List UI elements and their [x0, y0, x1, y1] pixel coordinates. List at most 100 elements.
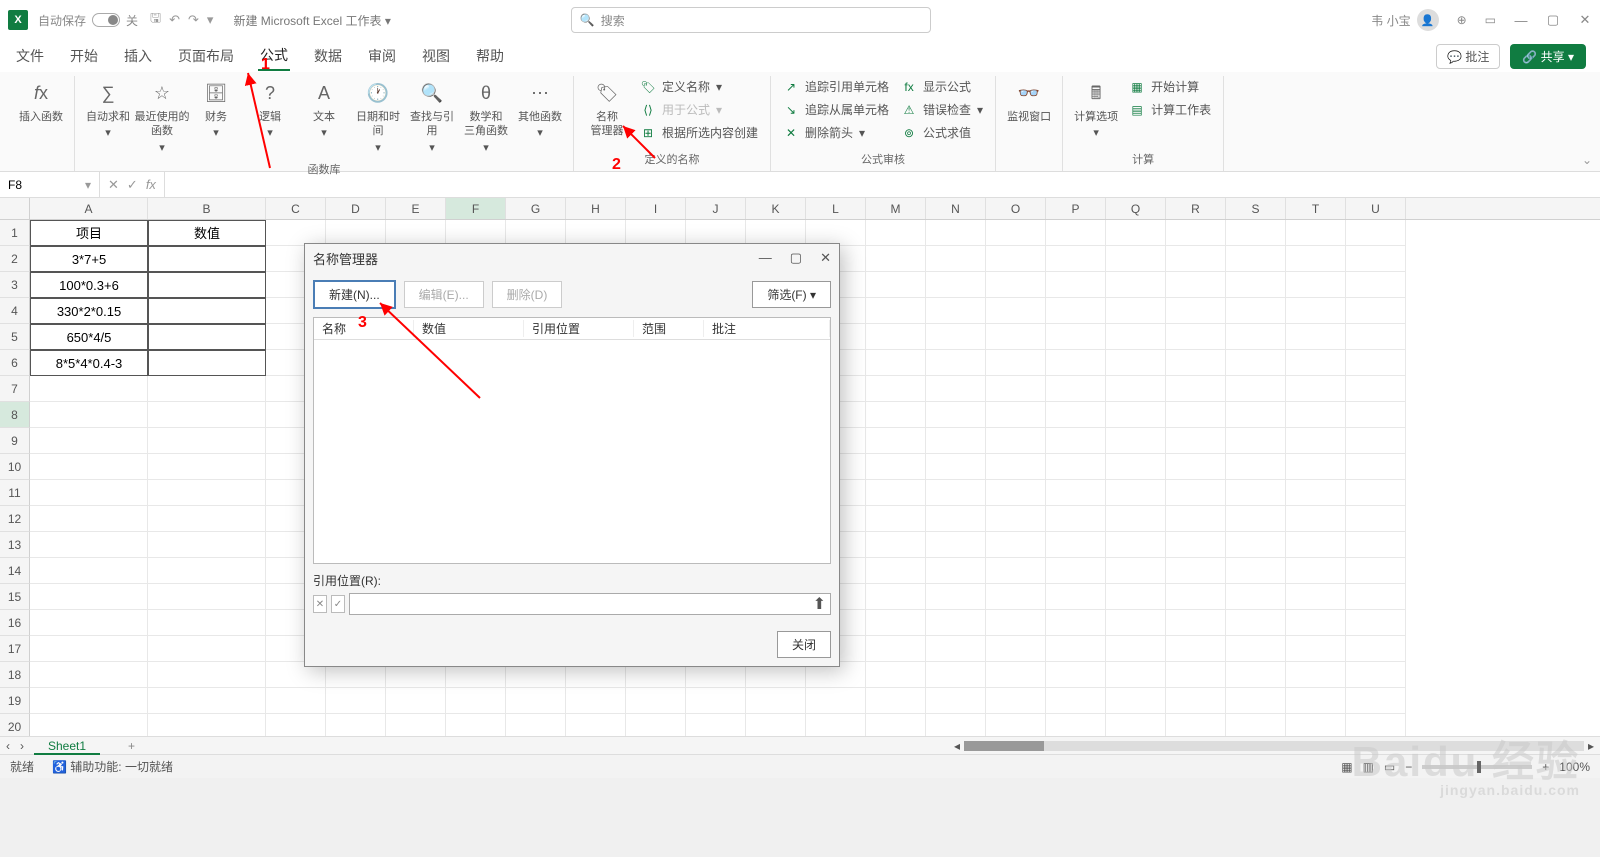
cell[interactable] [986, 402, 1046, 428]
cell[interactable] [1346, 454, 1406, 480]
cell[interactable] [148, 558, 266, 584]
tab-view[interactable]: 视图 [420, 42, 452, 70]
cell[interactable] [1166, 298, 1226, 324]
cell[interactable] [866, 506, 926, 532]
ref-cancel-icon[interactable]: ✕ [313, 595, 327, 613]
cell[interactable] [1286, 220, 1346, 246]
cell[interactable] [148, 636, 266, 662]
cell[interactable] [30, 558, 148, 584]
lookup-button[interactable]: 🔍查找与引用▾ [407, 76, 457, 159]
col-header[interactable]: E [386, 198, 446, 219]
col-header[interactable]: I [626, 198, 686, 219]
cell[interactable] [986, 532, 1046, 558]
cell[interactable] [926, 402, 986, 428]
cell[interactable] [986, 558, 1046, 584]
cell[interactable] [926, 272, 986, 298]
cell[interactable] [686, 688, 746, 714]
row-header[interactable]: 7 [0, 376, 30, 402]
cell[interactable] [806, 714, 866, 736]
cell[interactable] [148, 454, 266, 480]
ribbon-mode-icon[interactable]: ▭ [1485, 13, 1496, 27]
minimize-button[interactable]: — [1514, 13, 1528, 27]
cell[interactable] [326, 714, 386, 736]
cell[interactable] [1166, 272, 1226, 298]
cell[interactable] [30, 532, 148, 558]
cell[interactable] [866, 662, 926, 688]
cell[interactable] [148, 506, 266, 532]
calculate-sheet-button[interactable]: ▤计算工作表 [1125, 99, 1215, 120]
cell[interactable] [1046, 532, 1106, 558]
normal-view-icon[interactable]: ▦ [1341, 760, 1352, 774]
cell[interactable] [1226, 220, 1286, 246]
cell[interactable] [626, 714, 686, 736]
cell[interactable] [148, 532, 266, 558]
cell[interactable] [1346, 272, 1406, 298]
row-header[interactable]: 1 [0, 220, 30, 246]
cell[interactable] [1046, 506, 1106, 532]
calc-options-button[interactable]: 🖩计算选项▾ [1071, 76, 1121, 145]
tab-insert[interactable]: 插入 [122, 42, 154, 70]
cell[interactable] [1046, 428, 1106, 454]
cell[interactable] [926, 454, 986, 480]
cell[interactable] [926, 246, 986, 272]
cell[interactable] [1106, 220, 1166, 246]
cell[interactable] [986, 298, 1046, 324]
row-header[interactable]: 11 [0, 480, 30, 506]
cell[interactable] [866, 246, 926, 272]
fx-icon[interactable]: fx [146, 177, 156, 192]
chevron-down-icon[interactable]: ▾ [85, 178, 91, 192]
cell[interactable] [1046, 454, 1106, 480]
zoom-level[interactable]: 100% [1559, 760, 1590, 774]
cell[interactable] [1226, 272, 1286, 298]
cell[interactable] [1226, 714, 1286, 736]
col-header[interactable]: D [326, 198, 386, 219]
cell[interactable] [986, 350, 1046, 376]
cell[interactable] [386, 688, 446, 714]
cell[interactable] [30, 636, 148, 662]
row-header[interactable]: 13 [0, 532, 30, 558]
cell[interactable] [148, 428, 266, 454]
cell[interactable] [1226, 454, 1286, 480]
cell[interactable] [1046, 636, 1106, 662]
cell[interactable] [30, 506, 148, 532]
cell[interactable]: 650*4/5 [30, 324, 148, 350]
cell[interactable] [1166, 610, 1226, 636]
cell[interactable] [148, 714, 266, 736]
cell[interactable] [1046, 220, 1106, 246]
cell[interactable] [1286, 454, 1346, 480]
cell[interactable] [30, 428, 148, 454]
cell[interactable] [1226, 428, 1286, 454]
math-button[interactable]: θ数学和 三角函数▾ [461, 76, 511, 159]
enter-icon[interactable]: ✓ [127, 177, 138, 193]
cell[interactable] [1346, 298, 1406, 324]
cell[interactable] [986, 688, 1046, 714]
col-header[interactable]: M [866, 198, 926, 219]
cell[interactable] [148, 376, 266, 402]
cell[interactable] [986, 376, 1046, 402]
cell[interactable] [986, 272, 1046, 298]
cell[interactable]: 100*0.3+6 [30, 272, 148, 298]
col-header[interactable]: T [1286, 198, 1346, 219]
cell[interactable] [1346, 376, 1406, 402]
cell[interactable] [1106, 454, 1166, 480]
dialog-close-icon[interactable]: ✕ [820, 250, 831, 266]
cell[interactable] [1046, 298, 1106, 324]
dialog-minimize-icon[interactable]: — [759, 250, 772, 266]
cell[interactable] [1226, 246, 1286, 272]
cell[interactable] [1346, 610, 1406, 636]
cell[interactable] [1166, 558, 1226, 584]
horizontal-scrollbar[interactable]: ◂▸ [954, 739, 1594, 753]
col-header[interactable]: S [1226, 198, 1286, 219]
cell[interactable] [866, 298, 926, 324]
tab-file[interactable]: 文件 [14, 42, 46, 70]
cell[interactable] [148, 350, 266, 376]
cell[interactable] [1346, 506, 1406, 532]
cell[interactable] [1346, 558, 1406, 584]
cell[interactable] [926, 610, 986, 636]
cell[interactable] [1046, 324, 1106, 350]
col-header[interactable]: O [986, 198, 1046, 219]
cell[interactable] [866, 714, 926, 736]
cell[interactable] [866, 272, 926, 298]
cell[interactable] [1226, 506, 1286, 532]
tab-home[interactable]: 开始 [68, 42, 100, 70]
